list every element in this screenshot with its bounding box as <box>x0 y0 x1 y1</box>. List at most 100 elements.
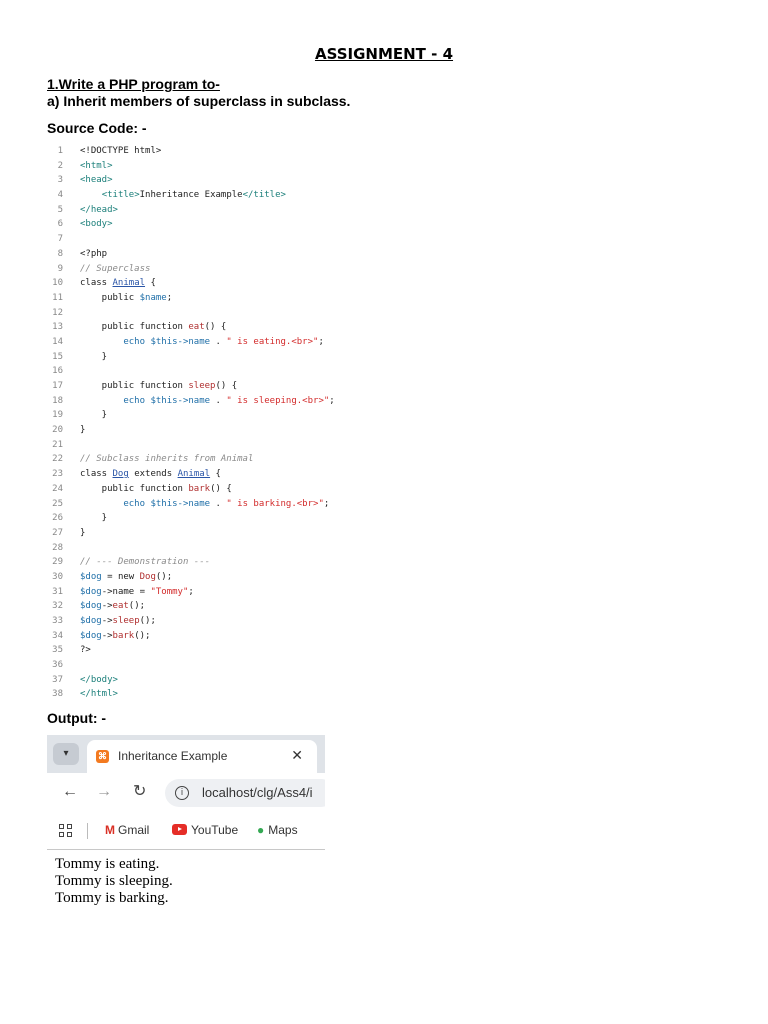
line-number: 22 <box>52 454 63 465</box>
reload-icon[interactable]: ↻ <box>133 783 146 801</box>
code-text: public function eat() { <box>80 320 227 335</box>
xampp-favicon-icon: ⌘ <box>96 750 109 763</box>
output-label: Output: - <box>47 710 107 726</box>
code-token: class <box>80 469 113 480</box>
close-tab-icon[interactable]: ✕ <box>291 747 303 764</box>
code-line: 22 // Subclass inherits from Animal <box>47 452 335 467</box>
url-text: localhost/clg/Ass4/i <box>202 785 313 800</box>
code-token: <head> <box>80 175 113 186</box>
code-token: . <box>210 395 227 406</box>
code-line: 1 <!DOCTYPE html> <box>47 144 335 159</box>
code-line: 8 <?php <box>47 247 335 262</box>
code-text: $dog = new Dog(); <box>80 570 172 585</box>
bookmark-label: YouTube <box>191 823 239 837</box>
youtube-icon <box>172 824 187 835</box>
code-text: public function bark() { <box>80 482 232 497</box>
code-token: <html> <box>80 160 113 171</box>
code-token: ?> <box>80 645 91 656</box>
code-token: () { <box>210 483 232 494</box>
line-number: 3 <box>57 175 63 186</box>
line-number: 10 <box>52 278 63 289</box>
line-number: 8 <box>57 248 63 259</box>
browser-tab[interactable]: ⌘ Inheritance Example ✕ <box>87 740 317 773</box>
code-text: </html> <box>80 687 118 702</box>
line-number: 25 <box>52 498 63 509</box>
code-token: ; <box>323 498 330 509</box>
browser-toolbar: ← → ↻ i localhost/clg/Ass4/i <box>47 773 325 813</box>
code-token: } <box>80 527 86 538</box>
code-line: 31 $dog->name = "Tommy"; <box>47 585 335 600</box>
apps-grid-icon[interactable] <box>59 824 73 838</box>
code-text: </body> <box>80 673 118 688</box>
code-token: -> <box>101 601 113 612</box>
code-line: 25 echo $this->name . " is barking.<br>"… <box>47 497 335 512</box>
code-token: " is sleeping.<br>" <box>226 395 330 406</box>
code-text: public $name; <box>80 291 172 306</box>
code-token: Dog <box>112 469 129 480</box>
subquestion-heading: a) Inherit members of superclass in subc… <box>47 93 351 109</box>
bookmark-maps[interactable]: ● Maps <box>257 823 298 837</box>
code-line: 19 } <box>47 408 335 423</box>
assignment-title: ASSIGNMENT - 4 <box>314 45 454 63</box>
code-token: public <box>80 292 140 303</box>
code-token: { <box>145 278 156 289</box>
site-info-icon[interactable]: i <box>175 786 189 800</box>
code-token: public function <box>80 322 189 333</box>
code-text: $dog->name = "Tommy"; <box>80 585 194 600</box>
code-line: 6 <body> <box>47 217 335 232</box>
line-number: 37 <box>52 674 63 685</box>
line-number: 26 <box>52 513 63 524</box>
tab-search-chevron-icon[interactable]: ▾ <box>53 743 79 765</box>
code-token: (); <box>134 630 151 641</box>
line-number: 17 <box>52 381 63 391</box>
code-token: <!DOCTYPE html> <box>80 146 162 156</box>
code-line: 3 <head> <box>47 173 335 188</box>
line-number: 21 <box>52 439 63 450</box>
code-token: extends <box>128 469 178 480</box>
code-text: // --- Demonstration --- <box>80 555 210 570</box>
line-number: 9 <box>57 263 63 274</box>
address-bar[interactable]: i localhost/clg/Ass4/i <box>165 779 325 807</box>
line-number: 6 <box>57 219 63 230</box>
code-line: 7 <box>47 232 335 247</box>
forward-arrow-icon[interactable]: → <box>96 783 112 801</box>
code-token: sleep <box>188 381 216 391</box>
bookmark-label: Maps <box>268 823 298 837</box>
line-number: 36 <box>52 660 63 671</box>
code-token: $dog <box>80 630 102 641</box>
code-line: 21 <box>47 438 335 453</box>
code-token: </html> <box>80 689 118 700</box>
line-number: 35 <box>52 645 63 656</box>
code-token: bark <box>112 630 135 641</box>
code-token: public function <box>80 381 189 391</box>
line-number: 20 <box>52 425 63 436</box>
code-text: $dog->eat(); <box>80 599 145 614</box>
code-line: 12 <box>47 306 335 321</box>
output-line: Tommy is barking. <box>55 890 169 906</box>
code-token: <title> <box>101 190 140 201</box>
line-number: 18 <box>52 395 63 406</box>
code-text: ?> <box>80 643 91 658</box>
bookmark-gmail[interactable]: M Gmail <box>105 823 149 837</box>
maps-icon: ● <box>257 823 265 837</box>
code-token: echo <box>80 498 151 509</box>
tab-title: Inheritance Example <box>118 749 228 763</box>
bookmark-youtube[interactable]: YouTube <box>172 823 238 837</box>
code-token: -> <box>101 630 113 641</box>
line-number: 34 <box>52 630 63 641</box>
code-token: (); <box>139 616 156 626</box>
line-number: 12 <box>52 307 63 318</box>
code-token: sleep <box>112 616 140 626</box>
line-number: 15 <box>52 351 63 362</box>
line-number: 13 <box>52 322 63 333</box>
line-number: 14 <box>52 336 63 347</box>
program-output: Tommy is eating. Tommy is sleeping. Tomm… <box>55 856 173 907</box>
code-token: } <box>80 351 108 362</box>
line-number: 38 <box>52 689 63 700</box>
back-arrow-icon[interactable]: ← <box>62 783 78 801</box>
code-line: 4 <title>Inheritance Example</title> <box>47 188 335 203</box>
code-token: bark <box>188 483 211 494</box>
code-text: } <box>80 423 85 438</box>
code-token: // Subclass inherits from Animal <box>80 454 254 465</box>
